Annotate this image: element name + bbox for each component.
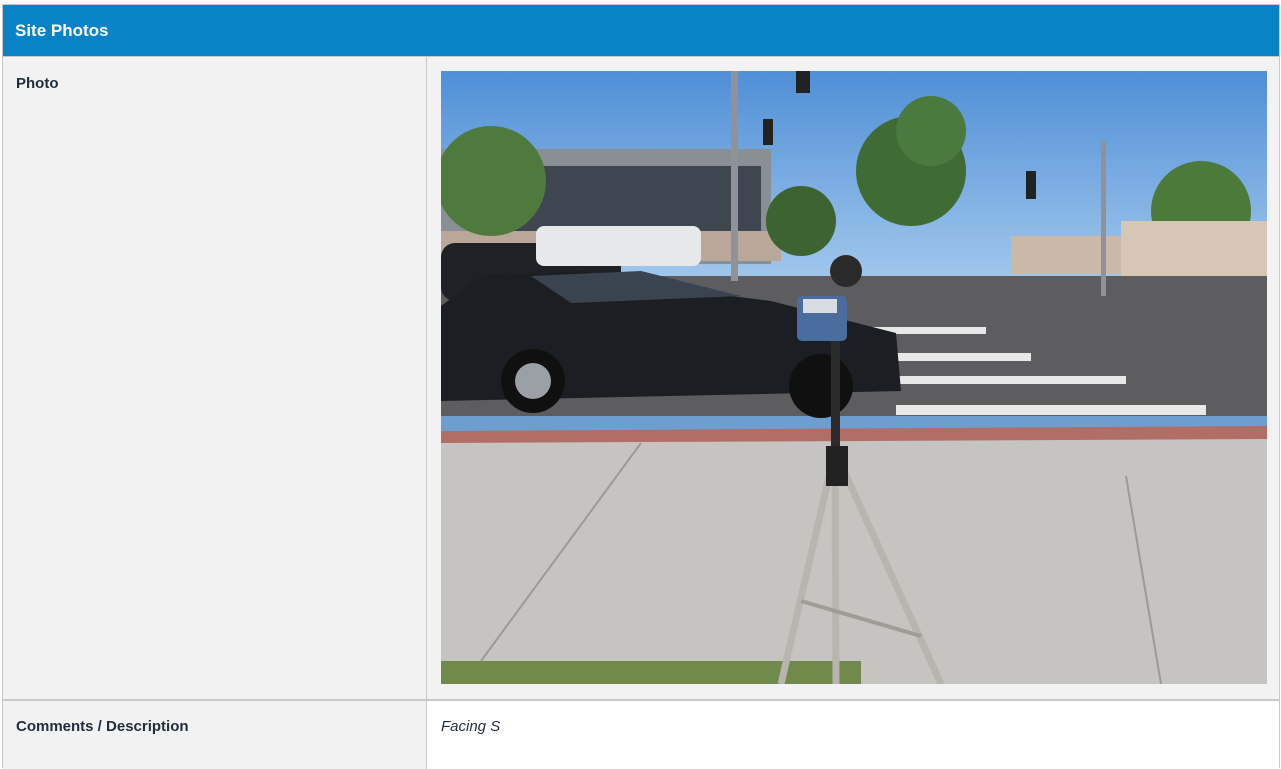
comments-row: Comments / Description Facing S — [3, 699, 1279, 769]
photo-value-cell — [427, 57, 1279, 699]
comments-value: Facing S — [441, 718, 501, 735]
photo-label: Photo — [16, 75, 59, 92]
panel-title: Site Photos — [15, 20, 109, 40]
site-photo-image[interactable] — [441, 71, 1267, 684]
comments-label-cell: Comments / Description — [3, 701, 427, 769]
comments-label: Comments / Description — [16, 718, 189, 735]
photo-label-cell: Photo — [3, 57, 427, 699]
photo-row: Photo — [3, 56, 1279, 699]
comments-value-cell: Facing S — [427, 701, 1279, 769]
panel-header: Site Photos — [3, 5, 1279, 56]
site-photos-panel: Site Photos Photo Comments / Description… — [2, 4, 1280, 769]
